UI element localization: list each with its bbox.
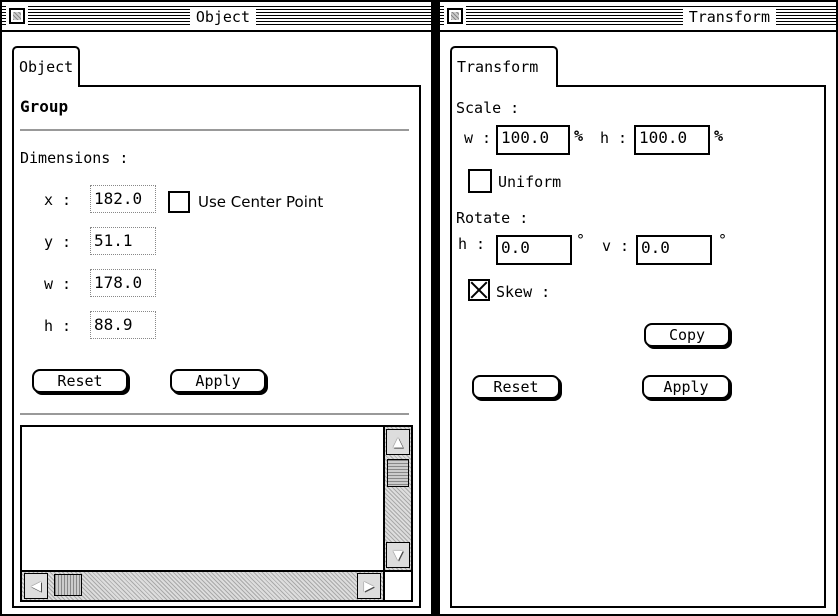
rotate-h-label: h : bbox=[458, 235, 486, 253]
x-field[interactable]: 182.0 bbox=[90, 185, 156, 213]
close-box-icon[interactable] bbox=[447, 8, 463, 24]
transform-window: Transform Transform Scale : w : 100.0 % … bbox=[438, 0, 838, 616]
reset-button[interactable]: Reset bbox=[472, 375, 560, 399]
scale-w-label: w : bbox=[464, 129, 492, 147]
divider bbox=[20, 129, 409, 131]
rotate-h-field[interactable]: 0.0 bbox=[496, 235, 572, 265]
dimensions-label: Dimensions : bbox=[20, 149, 129, 167]
h-field[interactable]: 88.9 bbox=[90, 311, 156, 339]
scale-h-percent: % bbox=[714, 127, 724, 145]
object-list-box[interactable]: ▲ ▼ ◀ ▶ bbox=[20, 425, 413, 602]
skew-label: Skew : bbox=[496, 283, 551, 301]
horizontal-scroll-thumb[interactable] bbox=[54, 574, 82, 596]
rotate-h-degree: ° bbox=[576, 231, 586, 249]
tab-label: Transform bbox=[457, 58, 539, 76]
scale-w-percent: % bbox=[574, 127, 584, 145]
vertical-scrollbar[interactable]: ▲ ▼ bbox=[383, 427, 411, 570]
object-panel: Object Group Dimensions : x : 182.0 Use … bbox=[12, 40, 421, 608]
use-center-point-label: Use Center Point bbox=[198, 193, 324, 211]
x-label: x : bbox=[44, 191, 72, 209]
scroll-up-arrow-icon[interactable]: ▲ bbox=[386, 429, 410, 455]
apply-button[interactable]: Apply bbox=[170, 369, 266, 393]
y-label: y : bbox=[44, 233, 72, 251]
rotate-v-field[interactable]: 0.0 bbox=[636, 235, 712, 265]
scale-w-field[interactable]: 100.0 bbox=[496, 125, 570, 155]
skew-checkbox[interactable] bbox=[468, 279, 490, 301]
scroll-left-arrow-icon[interactable]: ◀ bbox=[24, 573, 48, 599]
tab-transform[interactable]: Transform bbox=[450, 46, 558, 87]
scale-h-label: h : bbox=[600, 129, 628, 147]
transform-tab-body: Scale : w : 100.0 % h : 100.0 % Uniform … bbox=[450, 85, 826, 608]
grow-box[interactable] bbox=[383, 570, 411, 600]
transform-title-bar[interactable]: Transform bbox=[440, 2, 836, 32]
object-title-bar[interactable]: Object bbox=[2, 2, 431, 32]
rotate-v-label: v : bbox=[602, 237, 630, 255]
scale-h-field[interactable]: 100.0 bbox=[634, 125, 710, 155]
h-label: h : bbox=[44, 317, 72, 335]
close-box-icon[interactable] bbox=[9, 8, 25, 24]
y-field[interactable]: 51.1 bbox=[90, 227, 156, 255]
uniform-checkbox[interactable] bbox=[468, 169, 492, 193]
tab-label: Object bbox=[19, 58, 74, 76]
window-title: Transform bbox=[682, 8, 776, 28]
window-title: Object bbox=[189, 8, 256, 28]
scroll-right-arrow-icon[interactable]: ▶ bbox=[357, 573, 381, 599]
tab-object[interactable]: Object bbox=[12, 46, 80, 87]
uniform-label: Uniform bbox=[498, 173, 562, 191]
scale-label: Scale : bbox=[456, 99, 520, 117]
transform-panel: Transform Scale : w : 100.0 % h : 100.0 … bbox=[450, 40, 826, 608]
vertical-scroll-thumb[interactable] bbox=[387, 459, 409, 487]
rotate-v-degree: ° bbox=[718, 231, 728, 249]
rotate-label: Rotate : bbox=[456, 209, 529, 227]
apply-button[interactable]: Apply bbox=[642, 375, 730, 399]
horizontal-scrollbar[interactable]: ◀ ▶ bbox=[22, 570, 383, 600]
use-center-point-checkbox[interactable] bbox=[168, 191, 190, 213]
copy-button[interactable]: Copy bbox=[644, 323, 730, 347]
object-window: Object Object Group Dimensions : x : 182… bbox=[0, 0, 433, 616]
object-heading: Group bbox=[20, 97, 69, 116]
reset-button[interactable]: Reset bbox=[32, 369, 128, 393]
scroll-down-arrow-icon[interactable]: ▼ bbox=[386, 542, 410, 568]
w-label: w : bbox=[44, 275, 72, 293]
divider bbox=[20, 413, 409, 415]
w-field[interactable]: 178.0 bbox=[90, 269, 156, 297]
object-tab-body: Group Dimensions : x : 182.0 Use Center … bbox=[12, 85, 421, 608]
